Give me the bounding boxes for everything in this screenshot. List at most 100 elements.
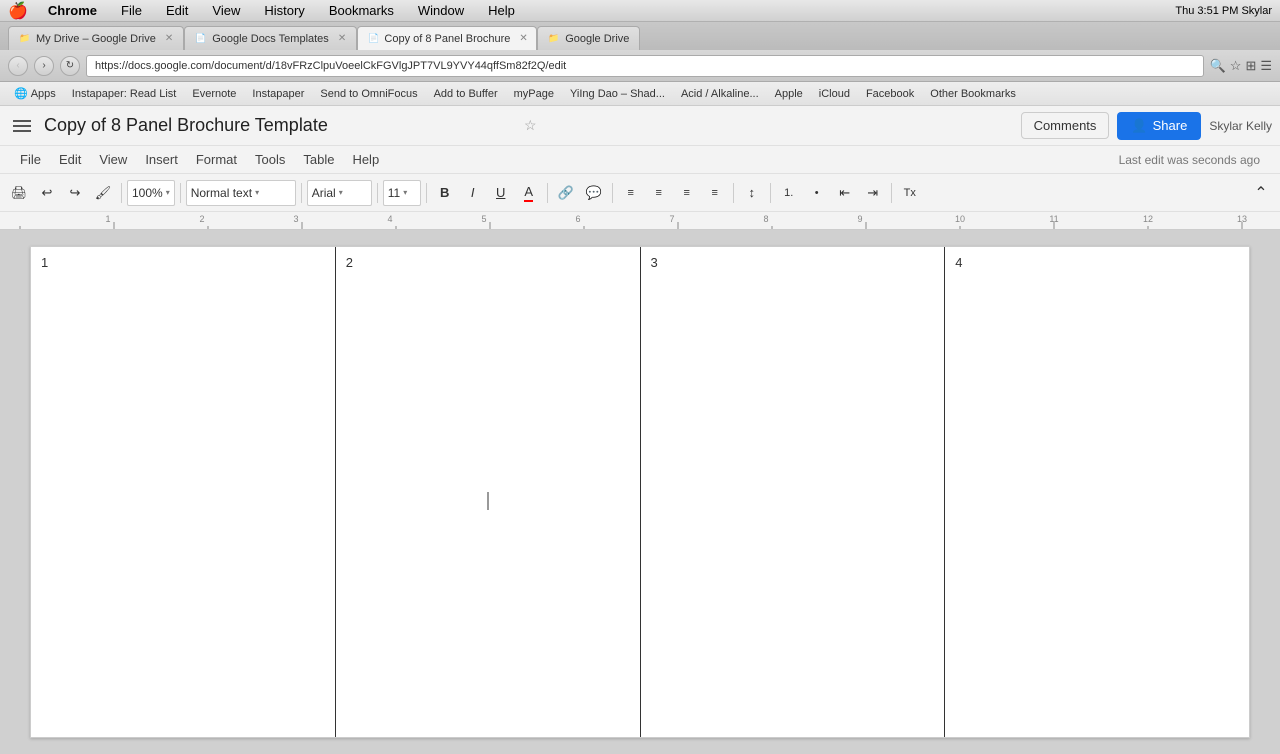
bookmark-instapaper[interactable]: Instapaper [246,86,310,102]
star-icon[interactable]: ☆ [1230,58,1242,74]
docs-titlebar: Copy of 8 Panel Brochure Template ☆ Comm… [0,106,1280,146]
print-button[interactable]: 🖨 [6,180,32,206]
toolbar-divider-2 [180,183,181,203]
docs-tools-menu[interactable]: Tools [247,150,293,169]
bookmark-mypage[interactable]: myPage [508,86,560,102]
bookmark-apple[interactable]: Apple [769,86,809,102]
bookmark-facebook[interactable]: Facebook [860,86,920,102]
tab-close-drive[interactable]: ✕ [165,33,173,44]
panel-2[interactable]: 2 [336,247,641,737]
system-tray: Thu 3:51 PM Skylar [1175,0,1272,21]
tab-label-drive2: Google Drive [565,33,629,45]
bold-button[interactable]: B [432,180,458,206]
help-menu[interactable]: Help [484,3,519,18]
bookmark-instapaper-read[interactable]: Instapaper: Read List [66,86,183,102]
bookmark-acid[interactable]: Acid / Alkaline... [675,86,765,102]
refresh-button[interactable]: ↻ [60,56,80,76]
bullet-list-button[interactable]: • [804,180,830,206]
tab-label-templates: Google Docs Templates [212,33,329,45]
line-spacing-button[interactable]: ↕ [739,180,765,206]
bookmark-label-facebook: Facebook [866,88,914,100]
insert-link-button[interactable]: 🔗 [553,180,579,206]
style-arrow-icon: ▾ [255,188,259,197]
undo-button[interactable]: ↩ [34,180,60,206]
bookmark-icloud[interactable]: iCloud [813,86,856,102]
collapse-toolbar-button[interactable]: ⌃ [1248,180,1274,206]
chrome-menu[interactable]: Chrome [44,3,101,18]
docs-file-menu[interactable]: File [12,150,49,169]
bookmark-omnifocus[interactable]: Send to OmniFocus [314,86,423,102]
bookmark-label-other: Other Bookmarks [930,88,1016,100]
tab-brochure[interactable]: 📄 Copy of 8 Panel Brochure ✕ [357,26,537,50]
align-center-button[interactable]: ≡ [646,180,672,206]
insert-comment-button[interactable]: 💬 [581,180,607,206]
bookmark-apps[interactable]: 🌐 Apps [8,85,62,102]
panel-4[interactable]: 4 [945,247,1249,737]
docs-view-menu[interactable]: View [91,150,135,169]
history-menu[interactable]: History [260,3,308,18]
settings-icon[interactable]: ☰ [1260,58,1272,74]
toolbar-divider-8 [733,183,734,203]
extensions-icon[interactable]: ⊞ [1245,58,1256,74]
paint-format-button[interactable]: 🖌 [90,180,116,206]
align-right-button[interactable]: ≡ [674,180,700,206]
edit-menu[interactable]: Edit [162,3,192,18]
comments-button[interactable]: Comments [1021,112,1110,139]
toolbar-divider-10 [891,183,892,203]
align-left-button[interactable]: ≡ [618,180,644,206]
panel-number-1: 1 [41,255,48,270]
justify-button[interactable]: ≡ [702,180,728,206]
bookmark-other[interactable]: Other Bookmarks [924,86,1022,102]
docs-insert-menu[interactable]: Insert [137,150,186,169]
docs-hamburger-menu[interactable] [8,112,36,140]
file-menu[interactable]: File [117,3,146,18]
docs-format-menu[interactable]: Format [188,150,245,169]
toolbar-divider-7 [612,183,613,203]
toolbar-divider-6 [547,183,548,203]
bookmark-evernote[interactable]: Evernote [186,86,242,102]
apple-menu[interactable]: 🍎 [8,1,28,21]
docs-title[interactable]: Copy of 8 Panel Brochure Template [44,115,512,136]
apps-icon: 🌐 [14,87,28,100]
docs-edit-menu[interactable]: Edit [51,150,89,169]
zoom-select[interactable]: 100% ▾ [127,180,175,206]
user-avatar[interactable]: Skylar Kelly [1209,119,1272,133]
docs-table-menu[interactable]: Table [295,150,342,169]
address-bar[interactable]: https://docs.google.com/document/d/18vFR… [86,55,1204,77]
numbered-list-button[interactable]: 1. [776,180,802,206]
browser-action-icons: 🔍 ☆ ⊞ ☰ [1210,58,1272,74]
tab-favicon-templates: 📄 [195,33,207,45]
search-icon[interactable]: 🔍 [1210,58,1226,74]
tab-close-brochure[interactable]: ✕ [519,33,527,44]
font-size-select[interactable]: 11 ▾ [383,180,421,206]
increase-indent-button[interactable]: ⇥ [860,180,886,206]
forward-button[interactable]: › [34,56,54,76]
decrease-indent-button[interactable]: ⇤ [832,180,858,206]
text-color-button[interactable]: A [516,180,542,206]
bookmarks-bar: 🌐 Apps Instapaper: Read List Evernote In… [0,82,1280,106]
bookmark-yiing[interactable]: YiIng Dao – Shad... [564,86,671,102]
clear-formatting-button[interactable]: Tx [897,180,923,206]
bookmark-buffer[interactable]: Add to Buffer [428,86,504,102]
window-menu[interactable]: Window [414,3,468,18]
star-favorite-icon[interactable]: ☆ [524,117,537,134]
underline-button[interactable]: U [488,180,514,206]
panel-1[interactable]: 1 [31,247,336,737]
share-button[interactable]: 👤 Share [1117,112,1201,140]
italic-button[interactable]: I [460,180,486,206]
redo-button[interactable]: ↪ [62,180,88,206]
bookmarks-menu[interactable]: Bookmarks [325,3,398,18]
tab-drive[interactable]: 📁 My Drive – Google Drive ✕ [8,26,184,50]
tab-templates[interactable]: 📄 Google Docs Templates ✕ [184,26,357,50]
panel-3[interactable]: 3 [641,247,946,737]
hamburger-line-2 [13,125,31,127]
back-button[interactable]: ‹ [8,56,28,76]
tab-close-templates[interactable]: ✕ [338,33,346,44]
font-select[interactable]: Arial ▾ [307,180,372,206]
doc-area[interactable]: 1 2 3 4 [0,230,1280,754]
tab-drive2[interactable]: 📁 Google Drive [537,26,640,50]
svg-text:8: 8 [763,214,768,224]
docs-help-menu[interactable]: Help [344,150,387,169]
style-select[interactable]: Normal text ▾ [186,180,296,206]
view-menu[interactable]: View [208,3,244,18]
